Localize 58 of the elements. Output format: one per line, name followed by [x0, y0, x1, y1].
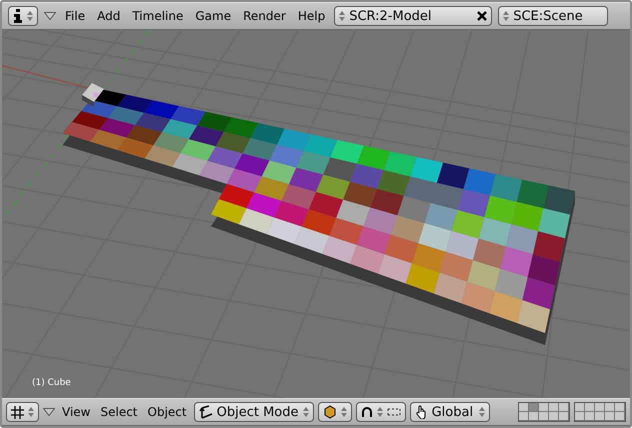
close-icon[interactable]: [477, 11, 488, 21]
hand-icon: [414, 405, 428, 419]
layer-toggle[interactable]: [539, 412, 549, 421]
stepper-icon: [478, 406, 485, 418]
stepper-icon: [27, 10, 33, 22]
stepper-icon: [503, 10, 510, 22]
layer-toggle[interactable]: [559, 412, 569, 421]
scene-field[interactable]: SCE:Scene: [498, 6, 608, 26]
menu-item[interactable]: Render: [240, 9, 289, 23]
orientation-select[interactable]: Global: [410, 402, 490, 422]
grid-icon: [11, 406, 24, 418]
layer-toggle[interactable]: [595, 403, 605, 412]
layer-toggle[interactable]: [549, 412, 559, 421]
dotted-bounds-icon: [386, 407, 401, 417]
layer-toggle[interactable]: [559, 403, 569, 412]
mode-select[interactable]: Object Mode: [194, 402, 314, 422]
layer-toggle[interactable]: [529, 403, 539, 412]
cube-drawing: [82, 83, 104, 107]
menu-item[interactable]: Game: [192, 9, 234, 23]
menu-item[interactable]: Select: [97, 405, 141, 419]
layer-toggle[interactable]: [605, 412, 615, 421]
layer-toggle[interactable]: [549, 403, 559, 412]
info-icon: [13, 9, 23, 23]
layer-toggle[interactable]: [539, 403, 549, 412]
axes-icon: [198, 405, 213, 419]
pivot-select[interactable]: [356, 402, 406, 422]
menu-item[interactable]: Help: [294, 9, 328, 23]
menu-item[interactable]: File: [62, 9, 88, 23]
object-label: (1) Cube: [32, 378, 71, 388]
draw-type-select[interactable]: [318, 402, 352, 422]
layer-toggle[interactable]: [605, 403, 615, 412]
editor-type-button[interactable]: [8, 6, 38, 26]
layer-toggle[interactable]: [575, 412, 585, 421]
triangle-icon[interactable]: [44, 12, 56, 20]
layer-toggle[interactable]: [585, 403, 595, 412]
layer-toggle[interactable]: [615, 403, 625, 412]
layer-toggle[interactable]: [615, 412, 625, 421]
stepper-icon: [302, 406, 309, 418]
layer-toggle[interactable]: [575, 403, 585, 412]
triangle-icon[interactable]: [43, 408, 55, 416]
menu-item[interactable]: Timeline: [129, 9, 186, 23]
layer-toggle[interactable]: [585, 412, 595, 421]
layer-toggle[interactable]: [519, 403, 529, 412]
menu-item[interactable]: Object: [144, 405, 190, 419]
stepper-icon: [339, 10, 346, 22]
screen-field[interactable]: SCR:2-Model: [334, 6, 492, 26]
editor-type-button[interactable]: [6, 402, 39, 422]
layer-toggle[interactable]: [519, 412, 529, 421]
stepper-icon: [376, 406, 383, 418]
3d-viewport[interactable]: (1) Cube: [2, 30, 630, 398]
layer-toggle[interactable]: [529, 412, 539, 421]
menu-item[interactable]: Add: [94, 9, 124, 23]
stepper-icon: [340, 406, 347, 418]
menu-item[interactable]: View: [59, 405, 94, 419]
stepper-icon: [28, 406, 34, 418]
pivot-icon: [360, 406, 373, 418]
layer-toggle[interactable]: [595, 412, 605, 421]
cube-icon: [322, 405, 337, 419]
